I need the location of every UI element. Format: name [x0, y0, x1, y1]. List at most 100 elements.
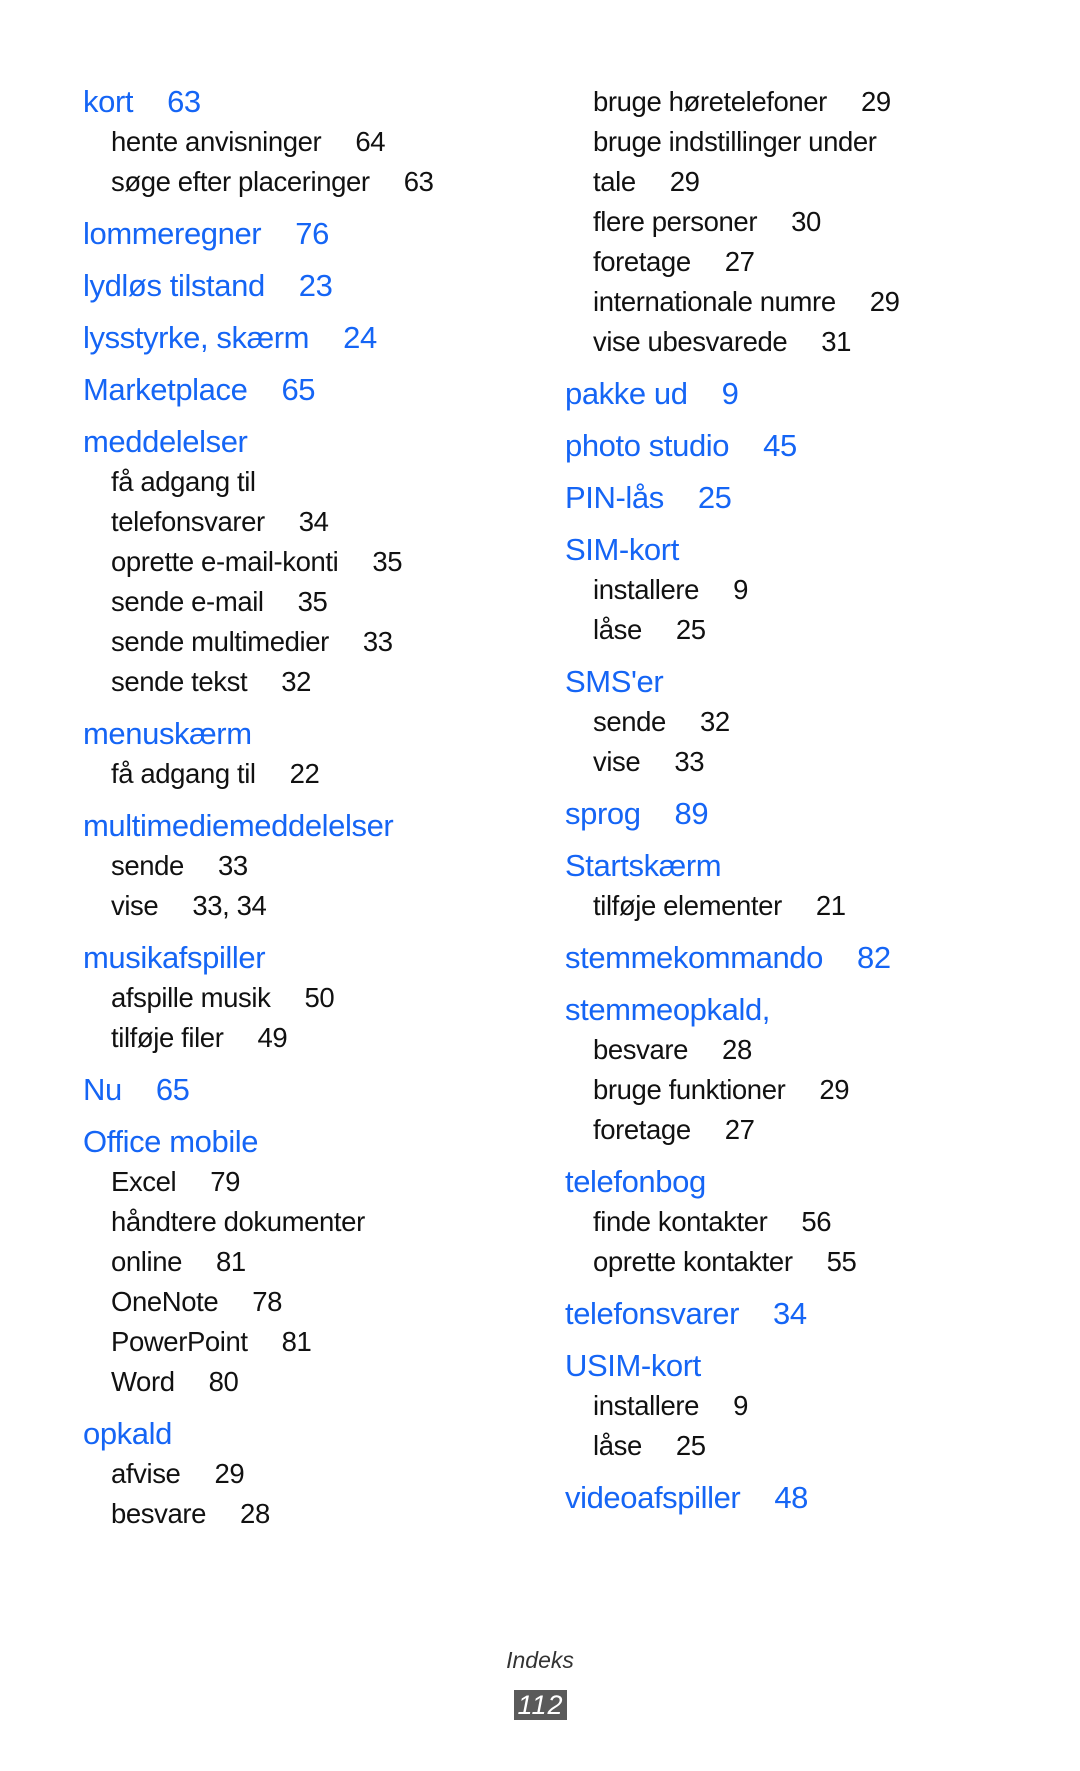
page-reference-link[interactable]: 30	[791, 206, 821, 237]
page-reference-link[interactable]: 64	[355, 126, 385, 157]
page-reference-link[interactable]: 34	[773, 1296, 807, 1331]
page-reference-link[interactable]: 33	[218, 850, 248, 881]
page-reference-link[interactable]: 25	[676, 1430, 706, 1461]
index-subentry: afvise 29	[83, 1454, 523, 1494]
index-subentry-line: vise 33, 34	[83, 886, 523, 926]
index-subentry-line: få adgang til 22	[83, 754, 523, 794]
index-subentry: bruge høretelefoner 29	[565, 82, 1005, 122]
index-heading-label: photo studio	[565, 428, 730, 463]
page-reference-link[interactable]: 9	[722, 376, 739, 411]
page-reference-link[interactable]: 25	[698, 480, 732, 515]
index-subentry-line: installere 9	[565, 570, 1005, 610]
index-subentry: låse 25	[565, 610, 1005, 650]
index-heading-line: Startskærm	[565, 846, 1005, 886]
index-subentry-line: sende tekst 32	[83, 662, 523, 702]
page-reference-link[interactable]: 80	[209, 1366, 239, 1397]
page-reference-link[interactable]: 78	[252, 1286, 282, 1317]
index-subentry: hente anvisninger 64	[83, 122, 523, 162]
page-reference-link[interactable]: 32	[700, 706, 730, 737]
index-subentry-line: besvare 28	[565, 1030, 1005, 1070]
index-heading-entry: stemmekommando 82	[565, 938, 1005, 978]
page-reference-link[interactable]: 27	[725, 1114, 755, 1145]
index-heading-line: PIN-lås 25	[565, 478, 1005, 518]
index-subentry: vise 33	[565, 742, 1005, 782]
index-subentry-label: finde kontakter	[593, 1206, 768, 1237]
page-reference-link[interactable]: 63	[167, 84, 201, 119]
index-subentry-line: få adgang til	[83, 462, 523, 502]
page-reference-link[interactable]: 29	[214, 1458, 244, 1489]
page-reference-link[interactable]: 22	[290, 758, 320, 789]
page-reference-link[interactable]: 9	[733, 1390, 748, 1421]
page-reference-link[interactable]: 34	[299, 506, 329, 537]
index-heading-line: USIM-kort	[565, 1346, 1005, 1386]
page-reference-link[interactable]: 29	[861, 86, 891, 117]
page-reference-link[interactable]: 28	[240, 1498, 270, 1529]
index-subentry: tilføje elementer 21	[565, 886, 1005, 926]
page-reference-link[interactable]: 82	[857, 940, 891, 975]
index-subentry-label: tilføje elementer	[593, 890, 782, 921]
page-reference-link[interactable]: 28	[722, 1034, 752, 1065]
index-subentry-line: online 81	[83, 1242, 523, 1282]
index-subentry: finde kontakter 56	[565, 1202, 1005, 1242]
index-subentry-line: PowerPoint 81	[83, 1322, 523, 1362]
page-reference-link[interactable]: 29	[670, 166, 700, 197]
index-subentry: installere 9	[565, 1386, 1005, 1426]
index-subentry-line: hente anvisninger 64	[83, 122, 523, 162]
index-subentry-label: Excel	[111, 1166, 177, 1197]
index-heading-label: videoafspiller	[565, 1480, 741, 1515]
index-subentry-line: flere personer 30	[565, 202, 1005, 242]
page-reference-link[interactable]: 29	[870, 286, 900, 317]
index-subentry-label: installere	[593, 574, 700, 605]
index-heading-line: lommeregner 76	[83, 214, 523, 254]
page-reference-link[interactable]: 33, 34	[192, 890, 266, 921]
page-reference-link[interactable]: 65	[156, 1072, 190, 1107]
index-subentry-line: oprette e-mail-konti 35	[83, 542, 523, 582]
page-reference-link[interactable]: 33	[674, 746, 704, 777]
index-subentry-label: afspille musik	[111, 982, 271, 1013]
page-reference-link[interactable]: 25	[676, 614, 706, 645]
index-subentry-line: låse 25	[565, 610, 1005, 650]
index-subentry: PowerPoint 81	[83, 1322, 523, 1362]
index-heading-label: sprog	[565, 796, 641, 831]
index-subentry-line: installere 9	[565, 1386, 1005, 1426]
page-reference-link[interactable]: 33	[363, 626, 393, 657]
index-subentry: installere 9	[565, 570, 1005, 610]
page-reference-link[interactable]: 63	[404, 166, 434, 197]
page-reference-link[interactable]: 27	[725, 246, 755, 277]
page-reference-link[interactable]: 35	[298, 586, 328, 617]
page-reference-link[interactable]: 23	[299, 268, 333, 303]
page-reference-link[interactable]: 65	[281, 372, 315, 407]
index-subentry: sende tekst 32	[83, 662, 523, 702]
page-reference-link[interactable]: 9	[733, 574, 748, 605]
page-reference-link[interactable]: 29	[819, 1074, 849, 1105]
page-reference-link[interactable]: 76	[295, 216, 329, 251]
page-reference-link[interactable]: 81	[282, 1326, 312, 1357]
index-subentry-line: foretage 27	[565, 1110, 1005, 1150]
page-reference-link[interactable]: 45	[763, 428, 797, 463]
index-heading-label: telefonsvarer	[565, 1296, 740, 1331]
page-reference-link[interactable]: 32	[281, 666, 311, 697]
index-heading-line: kort 63	[83, 82, 523, 122]
page-reference-link[interactable]: 35	[372, 546, 402, 577]
page-reference-link[interactable]: 81	[216, 1246, 246, 1277]
page-reference-link[interactable]: 50	[304, 982, 334, 1013]
page-reference-link[interactable]: 56	[801, 1206, 831, 1237]
index-heading-line: lysstyrke, skærm 24	[83, 318, 523, 358]
page-reference-link[interactable]: 48	[774, 1480, 808, 1515]
index-subentry-line: tale 29	[565, 162, 1005, 202]
page-reference-link[interactable]: 31	[821, 326, 851, 357]
index-subentry-line: håndtere dokumenter	[83, 1202, 523, 1242]
page-reference-link[interactable]: 55	[827, 1246, 857, 1277]
page-reference-link[interactable]: 79	[210, 1166, 240, 1197]
index-subentry: sende multimedier 33	[83, 622, 523, 662]
index-subentry-label: bruge høretelefoner	[593, 86, 827, 117]
index-subentry-label: bruge funktioner	[593, 1074, 786, 1105]
page-reference-link[interactable]: 24	[343, 320, 377, 355]
page-reference-link[interactable]: 21	[816, 890, 846, 921]
index-subentry: håndtere dokumenter online 81	[83, 1202, 523, 1282]
index-subentry-label: søge efter placeringer	[111, 166, 370, 197]
index-subentry-label: låse	[593, 614, 642, 645]
page-reference-link[interactable]: 49	[257, 1022, 287, 1053]
page-reference-link[interactable]: 89	[675, 796, 709, 831]
index-heading-entry: Marketplace 65	[83, 370, 523, 410]
